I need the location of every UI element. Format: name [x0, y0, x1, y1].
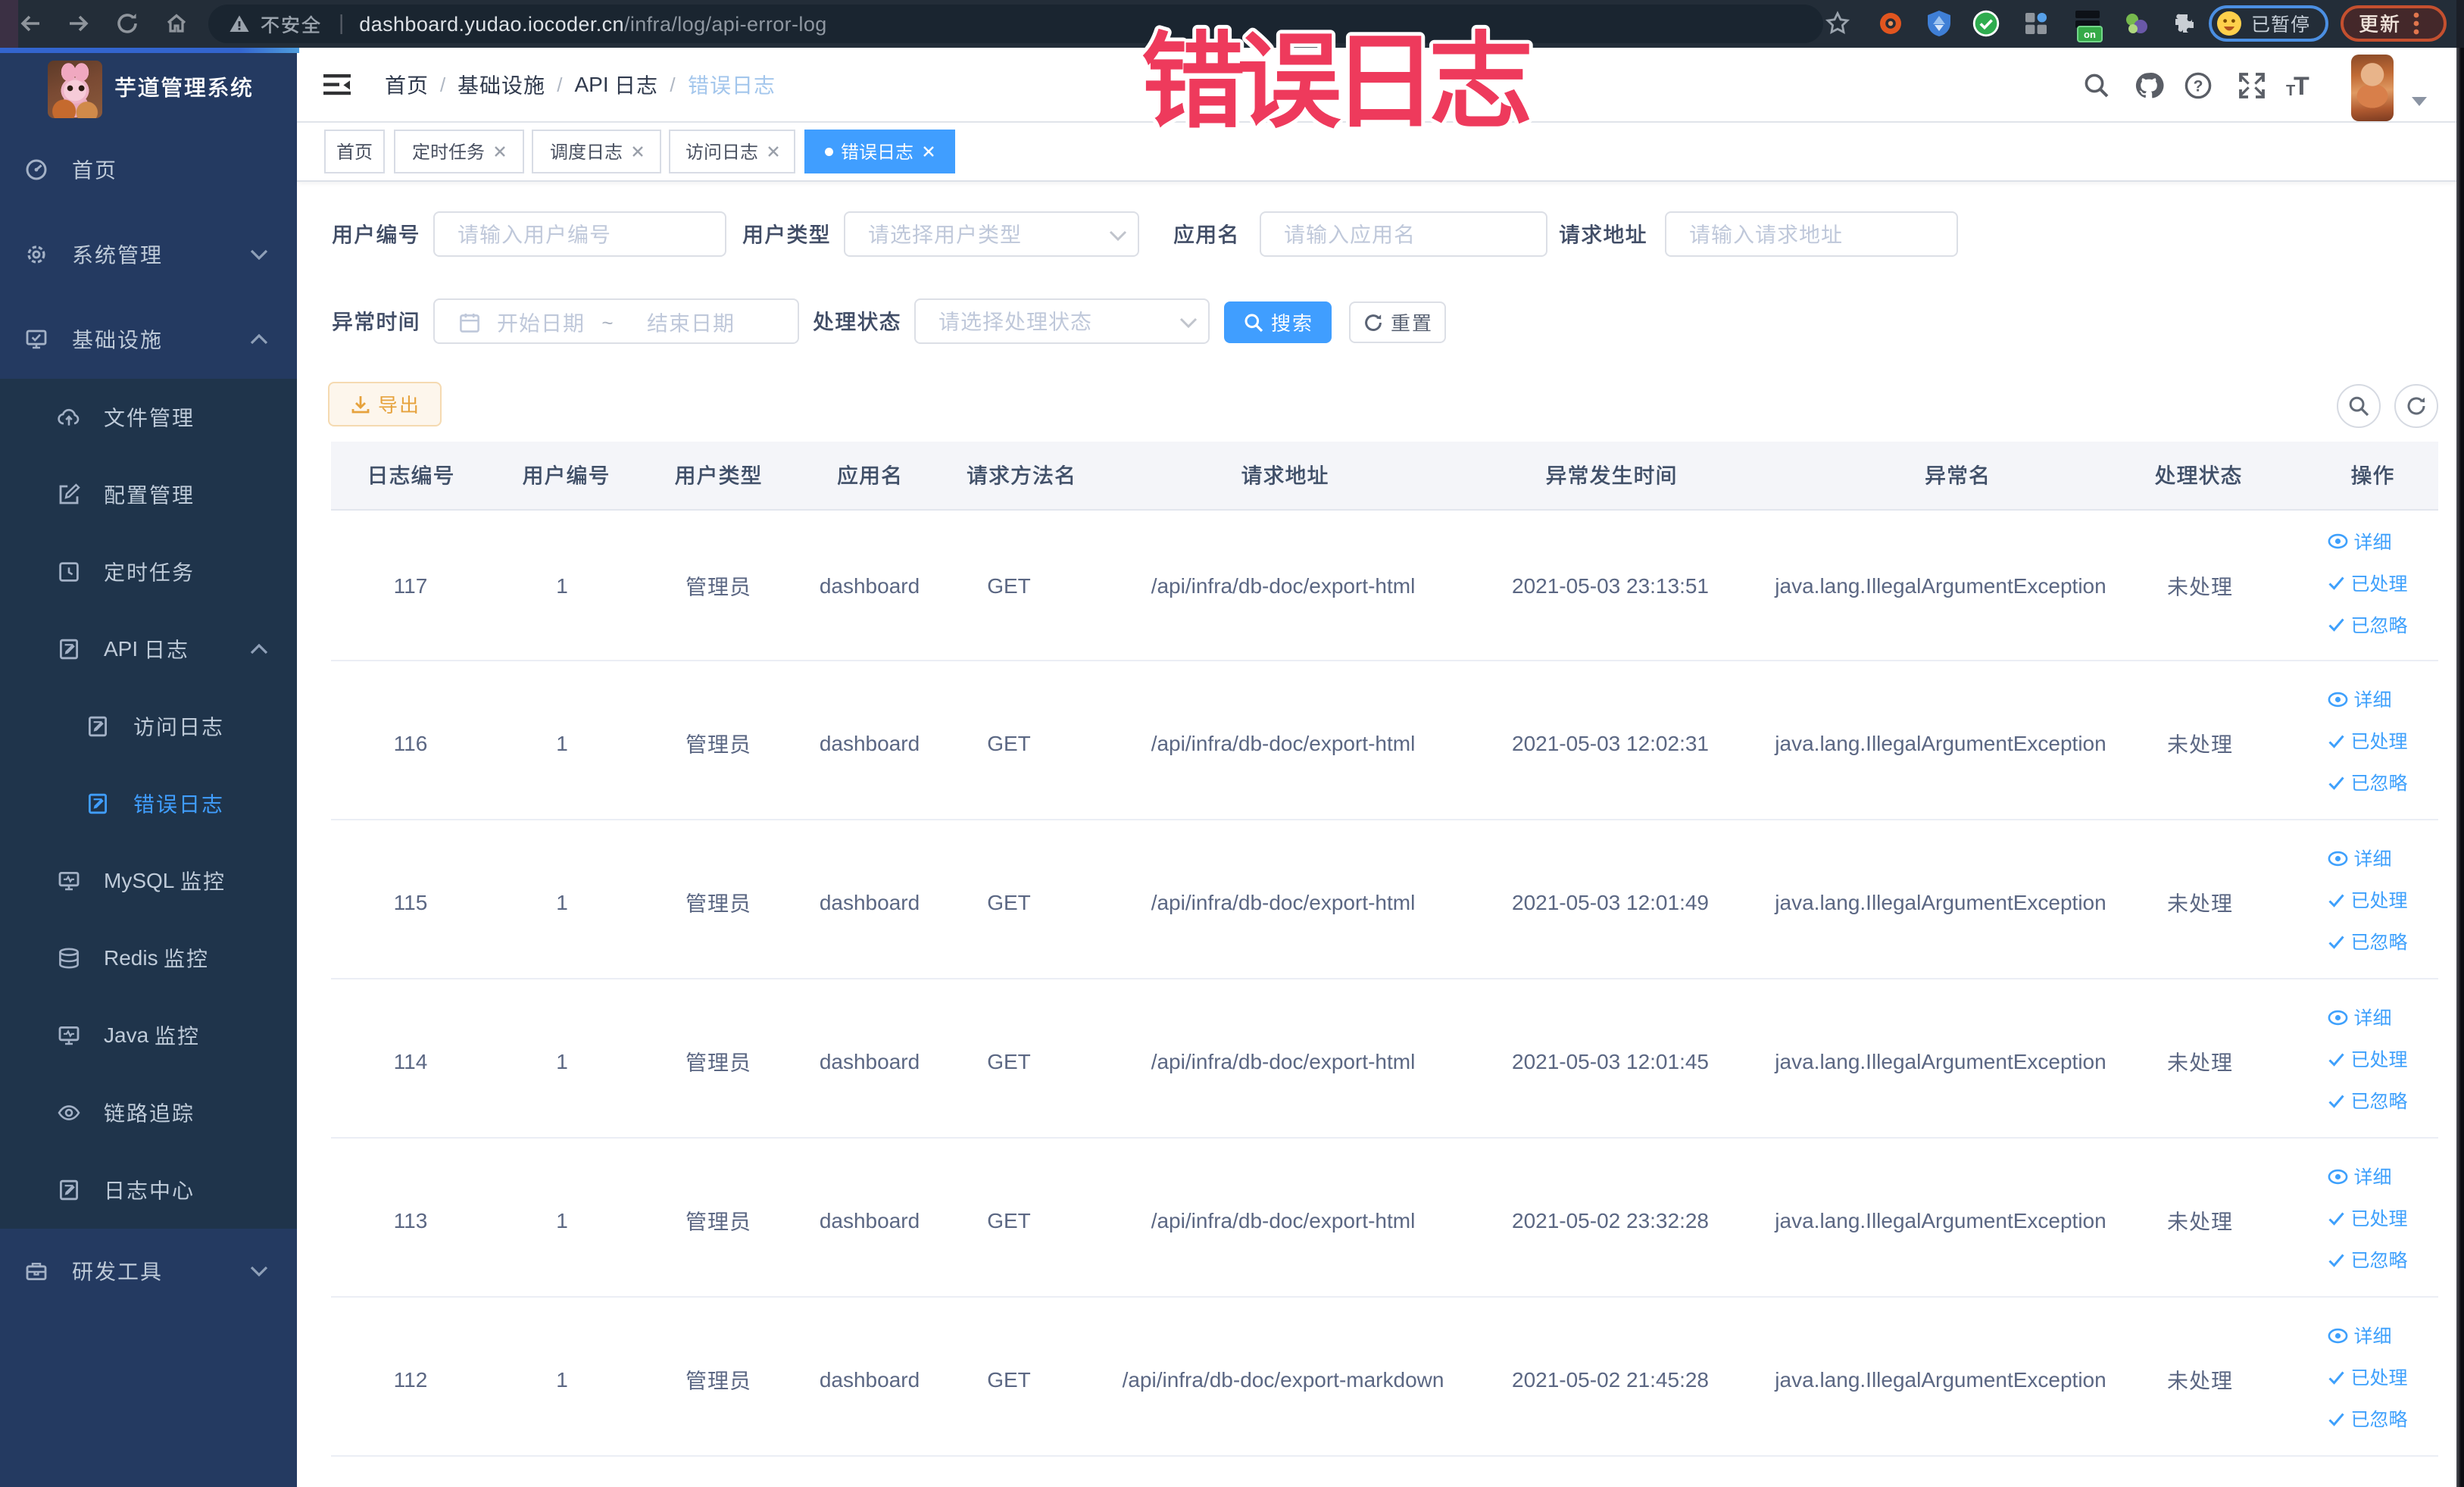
svg-text:T: T	[2286, 83, 2295, 99]
svg-text:T: T	[2294, 72, 2309, 99]
svg-text:?: ?	[2194, 77, 2203, 95]
